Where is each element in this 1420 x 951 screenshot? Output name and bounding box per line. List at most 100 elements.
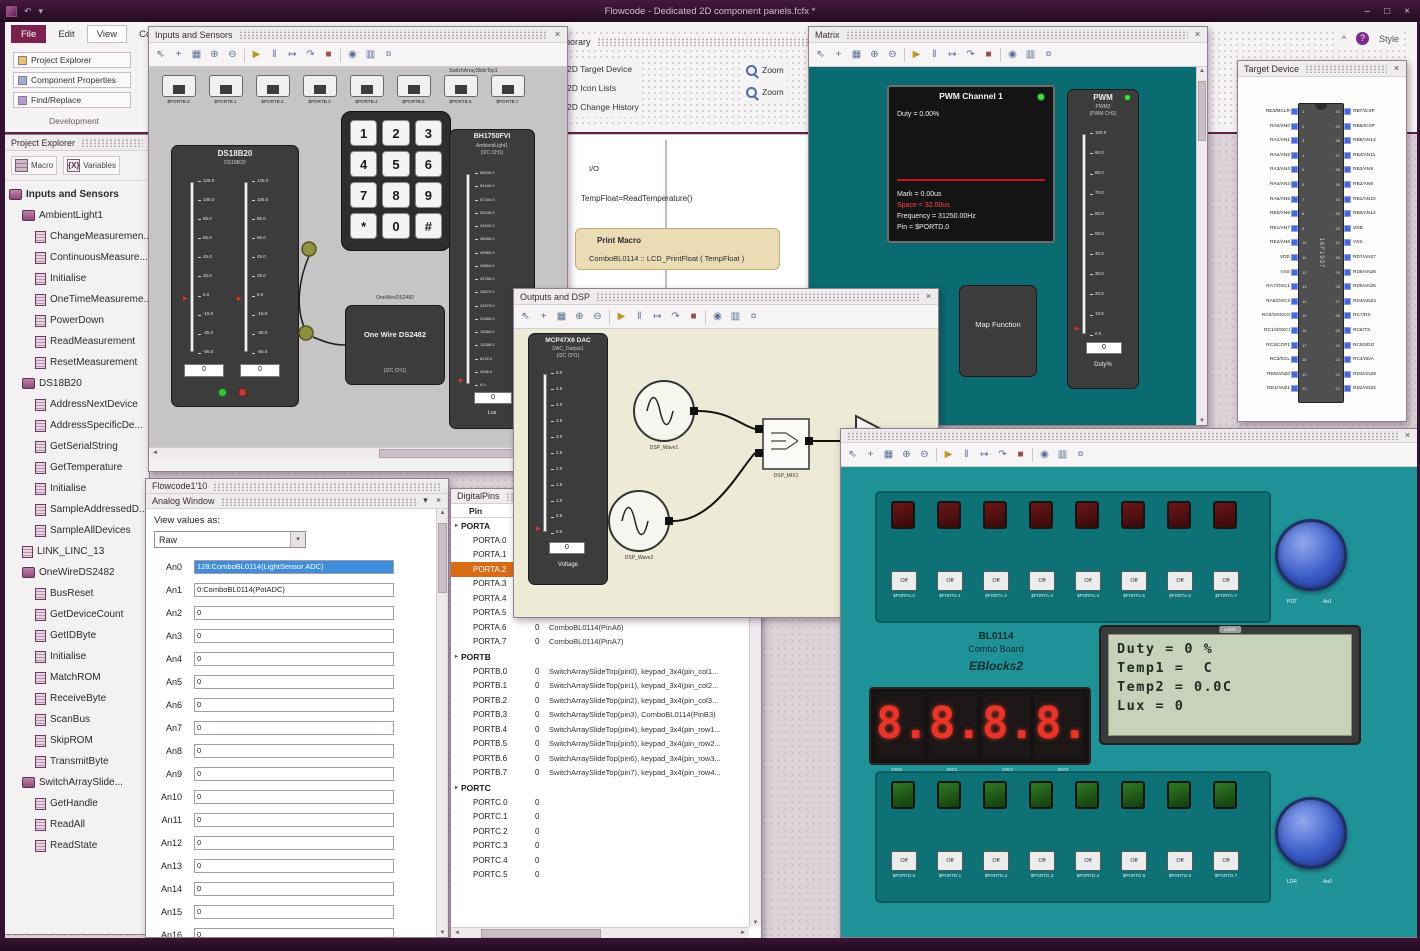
analog-value-input[interactable]: 0 — [194, 697, 394, 712]
pin[interactable] — [1291, 385, 1298, 393]
analog-value-input[interactable]: 0 — [194, 720, 394, 735]
slider-value[interactable]: 0 — [1086, 342, 1122, 354]
analog-value-input[interactable]: 0 — [194, 789, 394, 804]
stop-icon[interactable]: ■ — [685, 308, 702, 325]
switch-button[interactable]: Off — [983, 851, 1009, 871]
tree-item-initialise[interactable]: Initialise — [5, 478, 149, 499]
digital-pin-row[interactable]: PORTB.6 0 SwitchArraySlideTop(pin6), keypa… — [451, 751, 749, 766]
digital-pin-row[interactable]: PORTC.0 0 — [451, 795, 749, 810]
scroll-down-icon[interactable]: ▼ — [1197, 418, 1207, 424]
switch-button[interactable]: Off — [1167, 851, 1193, 871]
dac-component[interactable]: MCP47X6 DAC DAC_Output1 (I2C CH1) 5.0 4.5… — [528, 333, 608, 585]
value-mode-dropdown[interactable]: Raw ▾ — [154, 531, 306, 548]
switch-component[interactable]: $PORTB.6 — [437, 75, 484, 104]
analog-value-input[interactable]: 128:ComboBL0114(LightSensor ADC) — [194, 559, 394, 574]
slider-marker-icon[interactable]: ▶ — [1075, 326, 1080, 332]
pin[interactable] — [1344, 341, 1351, 349]
inputs-sensors-titlebar[interactable]: Inputs and Sensors × — [149, 27, 567, 43]
chevron-down-icon[interactable]: ▾ — [290, 532, 305, 547]
tree-item-inputs-and-sensors[interactable]: Inputs and Sensors — [5, 184, 149, 205]
sensor-value[interactable]: 0 — [184, 364, 224, 377]
scroll-up-icon[interactable]: ▲ — [437, 510, 448, 516]
tree-item-continuousmeasure-[interactable]: ContinuousMeasure... — [5, 247, 149, 268]
digital-pin-row[interactable]: PORTB.1 0 SwitchArraySlideTop(pin1), keypa… — [451, 679, 749, 694]
digital-pin-row[interactable]: PORTB.5 0 SwitchArraySlideTop(pin5), keypa… — [451, 737, 749, 752]
slider-track[interactable] — [244, 182, 248, 352]
pin[interactable] — [1344, 210, 1351, 218]
close-icon[interactable]: × — [922, 291, 935, 303]
tree-item-getserialstring[interactable]: GetSerialString — [5, 436, 149, 457]
chart-icon[interactable]: ▥ — [727, 308, 744, 325]
pin[interactable] — [1344, 108, 1351, 115]
board-switch[interactable]: Off $PORTA.7 — [1209, 571, 1243, 598]
scroll-down-icon[interactable]: ▼ — [750, 920, 761, 926]
keypad-key-5[interactable]: 5 — [382, 151, 410, 177]
zoom-out-icon[interactable]: ⊖ — [224, 46, 241, 63]
close-icon[interactable]: × — [551, 29, 564, 41]
analog-value-input[interactable]: 0 — [194, 651, 394, 666]
slider-marker-icon[interactable]: ▶ — [459, 378, 464, 384]
switch-component[interactable]: $PORTB.0 — [155, 75, 202, 104]
switch-component[interactable]: $PORTB.3 — [296, 75, 343, 104]
step-into-icon[interactable]: ↦ — [976, 446, 993, 463]
switch-button[interactable]: Off — [1167, 571, 1193, 591]
pin-icon[interactable]: ▾ — [419, 495, 432, 507]
tree-item-switcharrayslide-[interactable]: SwitchArraySlide... — [5, 772, 149, 793]
chart-icon[interactable]: ▥ — [1054, 446, 1071, 463]
pan-icon[interactable]: + — [862, 446, 879, 463]
scrollbar-thumb[interactable] — [481, 929, 601, 938]
keypad-key-star[interactable]: * — [350, 213, 378, 239]
pin[interactable] — [1291, 297, 1298, 305]
pin[interactable] — [1291, 122, 1298, 130]
keypad-key-hash[interactable]: # — [414, 213, 442, 239]
restore-button[interactable]: □ — [1384, 6, 1390, 17]
pin[interactable] — [1344, 356, 1351, 364]
tree-item-addressspecificde-[interactable]: AddressSpecificDe... — [5, 415, 149, 436]
switch-button[interactable]: Off — [1213, 851, 1239, 871]
slider-track[interactable] — [466, 174, 470, 384]
cursor-icon[interactable]: ⇖ — [517, 308, 534, 325]
switch-button[interactable]: Off — [1029, 851, 1055, 871]
pin[interactable] — [1344, 297, 1351, 305]
tree-item-onetimemeasureme-[interactable]: OneTimeMeasureme... — [5, 289, 149, 310]
settings-icon[interactable]: ¤ — [1072, 446, 1089, 463]
settings-icon[interactable]: ¤ — [1040, 46, 1057, 63]
expand-icon[interactable]: ▸ — [451, 653, 461, 660]
step-into-icon[interactable]: ↦ — [944, 46, 961, 63]
scrollbar-thumb[interactable] — [438, 523, 447, 593]
close-button[interactable]: × — [1404, 6, 1410, 17]
board-titlebar[interactable]: × — [841, 429, 1417, 443]
matrix-vertical-scrollbar[interactable]: ▲ ▼ — [1196, 67, 1207, 425]
expand-icon[interactable]: ▸ — [451, 522, 461, 529]
sensor-value[interactable]: 0 — [474, 392, 512, 404]
digital-pin-row[interactable]: PORTB.3 0 SwitchArraySlideTop(pin3), Combo… — [451, 708, 749, 723]
digital-pin-row[interactable]: PORTB.0 0 SwitchArraySlideTop(pin0), keypa… — [451, 664, 749, 679]
analog-value-input[interactable]: 0 — [194, 766, 394, 781]
keypad-key-4[interactable]: 4 — [350, 151, 378, 177]
analog-value-input[interactable]: 0:ComboBL0114(PotADC) — [194, 582, 394, 597]
pin[interactable] — [1344, 224, 1351, 232]
parent-window-titlebar[interactable]: Flowcode1'10 — [146, 479, 448, 494]
dac-value[interactable]: 0 — [549, 542, 585, 554]
toggle-switch[interactable] — [208, 75, 243, 97]
keypad-key-7[interactable]: 7 — [350, 182, 378, 208]
digital-pin-row[interactable]: PORTC.1 0 — [451, 810, 749, 825]
style-menu[interactable]: Style — [1379, 34, 1399, 44]
pin[interactable] — [1291, 166, 1298, 174]
board-switch[interactable]: Off $PORTA.6 — [1163, 571, 1197, 598]
pause-icon[interactable]: ‖ — [631, 308, 648, 325]
settings-icon[interactable]: ¤ — [745, 308, 762, 325]
grid-icon[interactable]: ▦ — [553, 308, 570, 325]
expand-icon[interactable]: ▸ — [451, 784, 461, 791]
scrollbar-thumb[interactable] — [379, 449, 529, 458]
pin[interactable] — [1291, 108, 1298, 115]
tree-item-transmitbyte[interactable]: TransmitByte — [5, 751, 149, 772]
board-switch[interactable]: Off $PORTD.4 — [1071, 851, 1105, 878]
tree-item-resetmeasurement[interactable]: ResetMeasurement — [5, 352, 149, 373]
record-icon[interactable]: ◉ — [344, 46, 361, 63]
tree-item-skiprom[interactable]: SkipROM — [5, 730, 149, 751]
slider-track[interactable] — [1082, 134, 1086, 334]
tree-item-onewireds2482[interactable]: OneWireDS2482 — [5, 562, 149, 583]
grid-icon[interactable]: ▦ — [848, 46, 865, 63]
play-icon[interactable]: ▶ — [613, 308, 630, 325]
